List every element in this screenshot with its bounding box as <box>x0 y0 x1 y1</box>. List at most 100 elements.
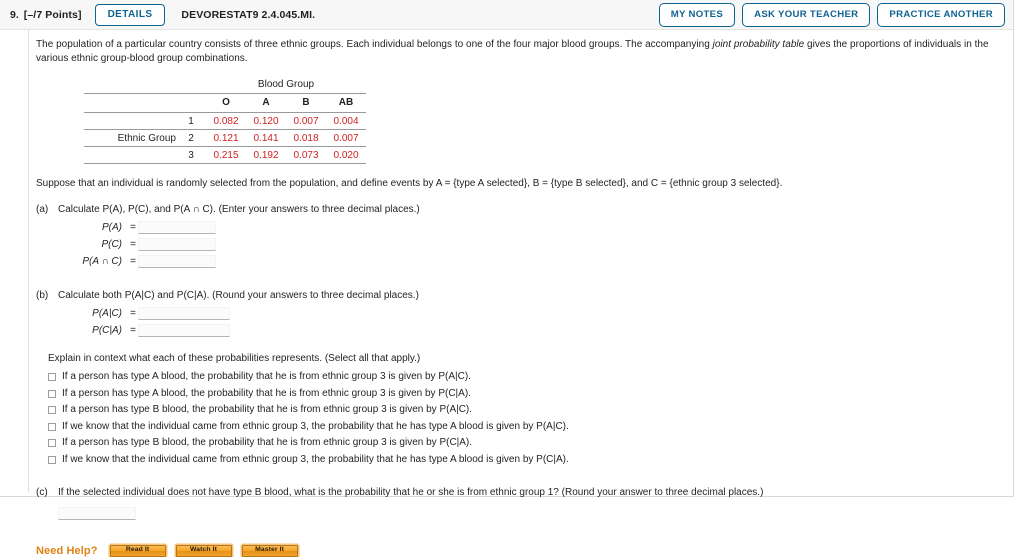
row-index-2: 2 <box>176 129 206 147</box>
problem-statement-part-1: The population of a particular country c… <box>36 39 713 50</box>
cell-r2-b: 0.018 <box>286 129 326 147</box>
explanation-options: If a person has type A blood, the probab… <box>48 371 1001 465</box>
option-label-1: If a person has type A blood, the probab… <box>62 371 471 382</box>
option-row[interactable]: If a person has type A blood, the probab… <box>48 388 1001 399</box>
answer-input-p-a-intersect-c[interactable] <box>138 255 216 268</box>
part-a-text: Calculate P(A), P(C), and P(A ∩ C). (Ent… <box>58 204 420 215</box>
cell-r2-ab: 0.007 <box>326 129 366 147</box>
checkbox-option-2[interactable] <box>48 389 56 398</box>
cell-r1-b: 0.007 <box>286 112 326 130</box>
option-label-5: If a person has type B blood, the probab… <box>62 437 473 448</box>
label-p-c-given-a: P(C|A) <box>92 325 122 336</box>
part-b-fields: P(A|C) = P(C|A) = <box>36 307 1001 337</box>
checkbox-option-4[interactable] <box>48 422 56 431</box>
option-row[interactable]: If a person has type A blood, the probab… <box>48 371 1001 382</box>
part-a: (a) Calculate P(A), P(C), and P(A ∩ C). … <box>36 204 1001 268</box>
watch-it-button[interactable]: Watch It <box>175 544 232 557</box>
answer-input-p-c-given-a[interactable] <box>138 324 230 337</box>
need-help-label: Need Help? <box>36 544 98 557</box>
field-row: P(A ∩ C) = <box>36 255 1001 268</box>
equals-sign: = <box>130 256 136 267</box>
checkbox-option-3[interactable] <box>48 406 56 414</box>
label-p-c: P(C) <box>101 239 122 250</box>
cell-r1-a: 0.120 <box>246 112 286 130</box>
my-notes-button[interactable]: MY NOTES <box>658 3 736 27</box>
column-header-ab: AB <box>326 93 366 113</box>
part-c: (c) If the selected individual does not … <box>36 487 1001 520</box>
cell-r2-o: 0.121 <box>206 129 246 147</box>
option-row[interactable]: If a person has type B blood, the probab… <box>48 404 1001 415</box>
cell-r3-ab: 0.020 <box>326 146 366 164</box>
explain-instruction: Explain in context what each of these pr… <box>48 353 421 364</box>
option-row[interactable]: If a person has type B blood, the probab… <box>48 437 1001 448</box>
question-number: 9. <box>10 8 19 21</box>
table-row: 1 0.082 0.120 0.007 0.004 <box>84 112 366 130</box>
label-p-a-given-c: P(A|C) <box>92 308 122 319</box>
answer-input-p-c[interactable] <box>138 238 216 251</box>
master-it-button[interactable]: Master It <box>241 544 298 557</box>
cell-r1-ab: 0.004 <box>326 112 366 130</box>
cell-r3-a: 0.192 <box>246 146 286 164</box>
table-row: Ethnic Group 2 0.121 0.141 0.018 0.007 <box>84 129 366 147</box>
option-label-2: If a person has type A blood, the probab… <box>62 387 471 399</box>
equals-sign: = <box>130 325 136 336</box>
checkbox-option-1[interactable] <box>48 373 56 381</box>
question-code: DEVORESTAT9 2.4.045.MI. <box>181 8 316 21</box>
practice-another-button[interactable]: PRACTICE ANOTHER <box>877 3 1005 27</box>
option-label-6: If we know that the individual came from… <box>62 453 569 465</box>
ethnic-group-label: Ethnic Group <box>84 129 176 147</box>
row-index-3: 3 <box>176 146 206 164</box>
joint-probability-table-wrapper: Blood Group O A B AB 1 0.082 0.120 0.007… <box>84 77 1001 164</box>
events-definition-text: Suppose that an individual is randomly s… <box>36 178 783 189</box>
field-row: P(C|A) = <box>36 324 1001 337</box>
option-row[interactable]: If we know that the individual came from… <box>48 421 1001 432</box>
answer-input-p-a[interactable] <box>138 221 216 234</box>
field-row: P(A|C) = <box>36 307 1001 320</box>
left-rule-divider <box>28 30 29 492</box>
joint-probability-table: Blood Group O A B AB 1 0.082 0.120 0.007… <box>84 77 366 164</box>
part-b: (b) Calculate both P(A|C) and P(C|A). (R… <box>36 290 1001 465</box>
equals-sign: = <box>130 308 136 319</box>
table-header-row-blood-group: Blood Group <box>84 77 366 94</box>
column-header-a: A <box>246 93 286 113</box>
cell-r2-a: 0.141 <box>246 129 286 147</box>
equals-sign: = <box>130 239 136 250</box>
points-badge: [–/7 Points] <box>23 8 82 21</box>
option-label-3: If a person has type B blood, the probab… <box>62 404 473 415</box>
checkbox-option-6[interactable] <box>48 455 56 464</box>
cell-r1-o: 0.082 <box>206 112 246 130</box>
part-b-text: Calculate both P(A|C) and P(C|A). (Round… <box>58 290 419 301</box>
cell-r3-o: 0.215 <box>206 146 246 164</box>
field-row: P(C) = <box>36 238 1001 251</box>
answer-input-part-c[interactable] <box>58 506 136 520</box>
question-body: The population of a particular country c… <box>0 30 1013 557</box>
label-p-a-intersect-c: P(A ∩ C) <box>82 256 122 267</box>
ask-your-teacher-button[interactable]: ASK YOUR TEACHER <box>742 3 871 27</box>
header-actions: MY NOTES ASK YOUR TEACHER PRACTICE ANOTH… <box>658 3 1005 27</box>
blood-group-header: Blood Group <box>206 77 366 94</box>
field-row: P(A) = <box>36 221 1001 234</box>
read-it-button[interactable]: Read It <box>109 544 166 557</box>
equals-sign: = <box>130 222 136 233</box>
question-header: 9. [–/7 Points] DETAILS DEVORESTAT9 2.4.… <box>0 0 1013 30</box>
option-row[interactable]: If we know that the individual came from… <box>48 454 1001 465</box>
table-column-header-row: O A B AB <box>84 93 366 113</box>
cell-r3-b: 0.073 <box>286 146 326 164</box>
column-header-o: O <box>206 93 246 113</box>
checkbox-option-5[interactable] <box>48 439 56 447</box>
part-a-tag: (a) <box>36 204 49 215</box>
row-index-1: 1 <box>176 112 206 130</box>
column-header-b: B <box>286 93 326 113</box>
part-c-tag: (c) <box>36 486 48 498</box>
question-panel: 9. [–/7 Points] DETAILS DEVORESTAT9 2.4.… <box>0 0 1014 557</box>
part-b-tag: (b) <box>36 290 49 301</box>
joint-probability-table-emphasis: joint probability table <box>712 39 805 50</box>
part-c-text: If the selected individual does not have… <box>58 486 764 498</box>
label-p-a: P(A) <box>102 222 122 233</box>
part-a-fields: P(A) = P(C) = P(A ∩ C) = <box>36 221 1001 268</box>
option-label-4: If we know that the individual came from… <box>62 420 569 432</box>
problem-statement: The population of a particular country c… <box>36 38 998 65</box>
answer-input-p-a-given-c[interactable] <box>138 307 230 320</box>
need-help-bar: Need Help? Read It Watch It Master It <box>36 544 1001 557</box>
details-button[interactable]: DETAILS <box>94 3 166 26</box>
